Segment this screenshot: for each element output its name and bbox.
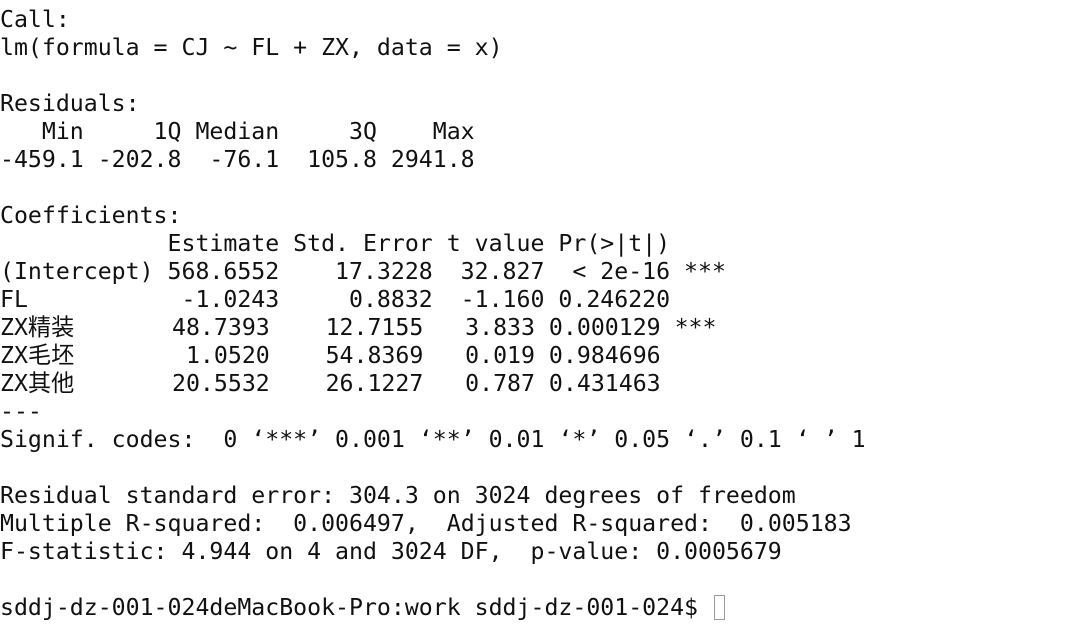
output-line-residual-se: Residual standard error: 304.3 on 3024 d… [0, 482, 796, 509]
output-line-residuals-header: Min 1Q Median 3Q Max [0, 118, 489, 145]
terminal-output[interactable]: Call: lm(formula = CJ ~ FL + ZX, data = … [0, 6, 1076, 626]
text-cursor [713, 595, 725, 620]
shell-prompt-line[interactable]: sddj-dz-001-024deMacBook-Pro:work sddj-d… [0, 594, 1076, 622]
output-line-coefficients-label: Coefficients: [0, 202, 182, 229]
output-line-formula: lm(formula = CJ ~ FL + ZX, data = x) [0, 34, 503, 61]
output-line-signif-codes: Signif. codes: 0 ‘***’ 0.001 ‘**’ 0.01 ‘… [0, 426, 866, 453]
output-line-coef-zx-maopi: ZX毛坯 1.0520 54.8369 0.019 0.984696 [0, 342, 717, 369]
output-line-residuals-values: -459.1 -202.8 -76.1 105.8 2941.8 [0, 146, 489, 173]
output-line-residuals-label: Residuals: [0, 90, 140, 117]
output-line-f-statistic: F-statistic: 4.944 on 4 and 3024 DF, p-v… [0, 538, 782, 565]
shell-prompt: sddj-dz-001-024deMacBook-Pro:work sddj-d… [0, 594, 712, 621]
output-line-separator: --- [0, 398, 42, 425]
output-line-r-squared: Multiple R-squared: 0.006497, Adjusted R… [0, 510, 866, 537]
output-line-coef-zx-qita: ZX其他 20.5532 26.1227 0.787 0.431463 [0, 370, 717, 397]
output-line-coefficients-header: Estimate Std. Error t value Pr(>|t|) [0, 230, 726, 257]
output-line-coef-fl: FL -1.0243 0.8832 -1.160 0.246220 [0, 286, 726, 313]
output-line-coef-intercept: (Intercept) 568.6552 17.3228 32.827 < 2e… [0, 258, 726, 285]
output-line-call-label: Call: [0, 6, 70, 33]
output-line-coef-zx-jingzhuang: ZX精装 48.7393 12.7155 3.833 0.000129 *** [0, 314, 717, 341]
